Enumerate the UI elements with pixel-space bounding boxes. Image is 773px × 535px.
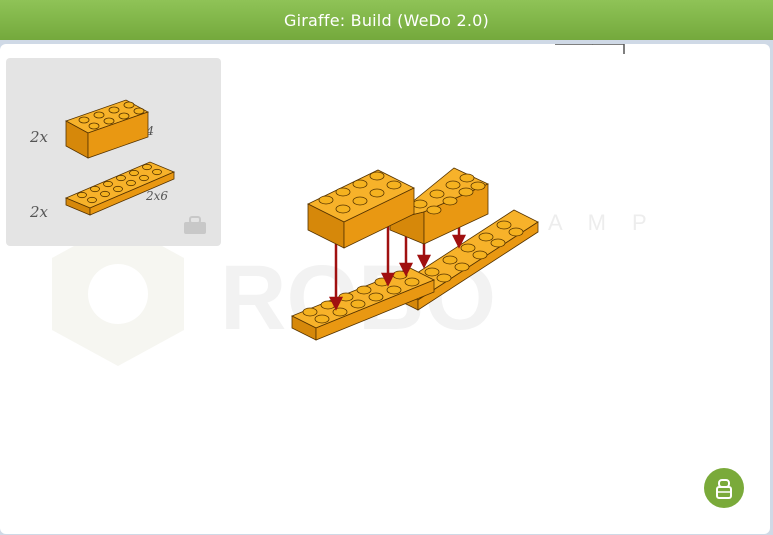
build-step-illustration	[291, 44, 625, 341]
edge-fragment	[555, 44, 625, 54]
build-canvas: ROBO A M P 2x 2x4 2x 2x6	[0, 44, 770, 534]
bag-icon	[716, 479, 732, 499]
parts-bag-button[interactable]	[704, 468, 744, 508]
brick-2x4-front	[307, 169, 415, 249]
window-title: Giraffe: Build (WeDo 2.0)	[0, 0, 773, 40]
